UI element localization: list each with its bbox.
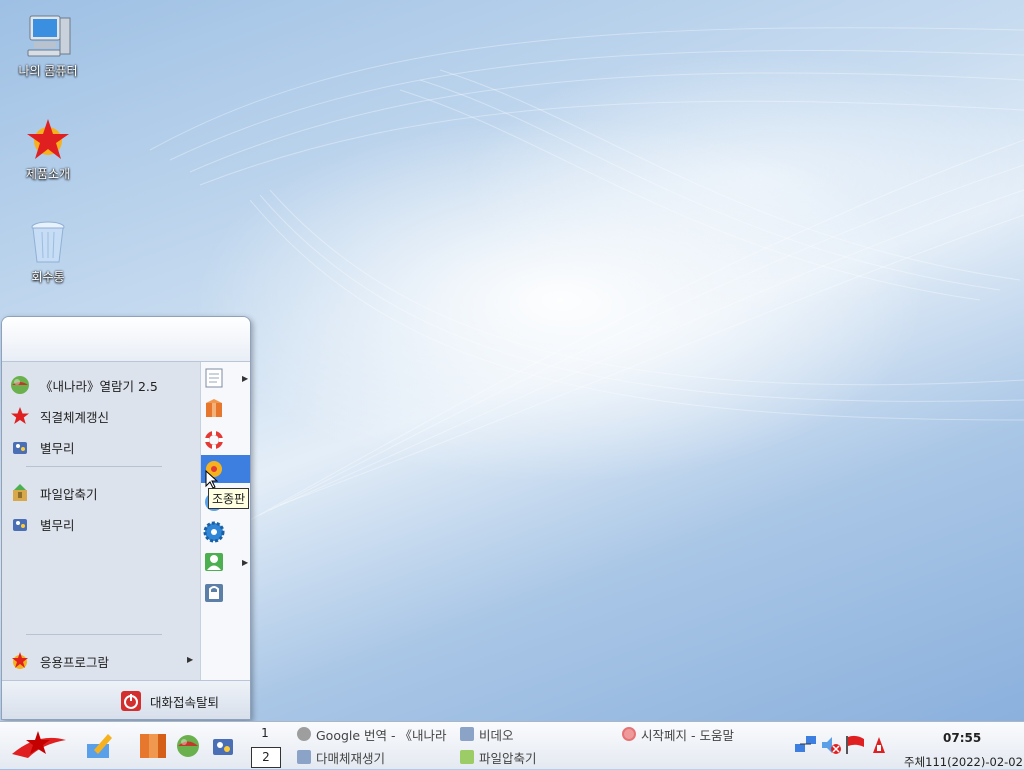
desktop-icon-label: 나의 콤퓨터: [18, 64, 78, 78]
task-label: Google 번역 - 《내나라: [316, 727, 447, 743]
logout-label: 대화접속탈퇴: [150, 694, 220, 710]
desktop-icon-product-intro[interactable]: 제품소개: [8, 115, 88, 182]
clock-time: 07:55: [943, 731, 982, 745]
task-video[interactable]: 비데오: [460, 724, 514, 744]
desktop-icon-label: 회수통: [31, 270, 65, 284]
menu-item-naenara-browser[interactable]: 《내나라》열람기 2.5: [10, 374, 158, 396]
media-player-icon: [297, 750, 311, 764]
menu-item-label: 별무리: [40, 440, 75, 456]
power-icon: [120, 690, 142, 712]
start-button[interactable]: [8, 728, 70, 762]
user-icon[interactable]: [203, 551, 225, 573]
menu-item-label: 파일압축기: [40, 486, 98, 502]
input-method-icon[interactable]: [871, 736, 887, 757]
desktop-icon-computer[interactable]: 나의 콤퓨터: [8, 12, 88, 79]
menu-item-system-update[interactable]: 직결체계갱신: [10, 405, 109, 427]
desktop-icon-label: 제품소개: [25, 167, 71, 181]
menu-item-applications[interactable]: 응용프로그람 ▶: [10, 650, 194, 672]
help-lifebuoy-icon: [622, 727, 636, 741]
desktop-icon-trash[interactable]: 회수통: [8, 218, 88, 285]
archive-icon: [10, 483, 30, 503]
red-star-icon: [24, 115, 72, 163]
menu-item-label: 《내나라》열람기 2.5: [40, 378, 158, 394]
start-menu-footer: 대화접속탈퇴: [2, 680, 250, 719]
menu-separator: [26, 466, 162, 467]
flag-icon[interactable]: [844, 734, 866, 759]
archive-icon: [460, 750, 474, 764]
submenu-arrow-icon: ▶: [187, 655, 194, 664]
gear-icon[interactable]: [203, 521, 225, 543]
tooltip: 조종판: [208, 488, 250, 509]
task-label: 파일압축기: [479, 750, 537, 766]
taskbar: 1 2 Google 번역 - 《내나라 비데오 시작페지 - 도움말 다매체재…: [0, 721, 1024, 769]
byolmuri-icon: [10, 514, 30, 534]
menu-separator: [26, 634, 162, 635]
logout-button[interactable]: 대화접속탈퇴: [120, 690, 219, 712]
browser-globe-icon: [297, 727, 311, 741]
menu-item-byolmuri-2[interactable]: 별무리: [10, 513, 75, 535]
documents-icon[interactable]: [203, 367, 225, 389]
menu-item-file-archiver[interactable]: 파일압축기: [10, 482, 98, 504]
start-menu-header: [2, 317, 250, 362]
browser-globe-icon: [10, 375, 30, 395]
mouse-cursor-icon: [205, 470, 219, 489]
applications-icon: [10, 651, 30, 671]
computer-icon: [24, 12, 72, 60]
menu-item-label: 직결체계갱신: [40, 409, 110, 425]
task-help-startpage[interactable]: 시작페지 - 도움말: [622, 724, 734, 744]
start-menu-system-column: ▶ ▶: [200, 362, 250, 680]
network-icon[interactable]: [794, 734, 818, 759]
quicklaunch-files-icon[interactable]: [138, 730, 168, 763]
volume-muted-icon[interactable]: [820, 734, 842, 759]
help-lifebuoy-icon[interactable]: [203, 429, 225, 451]
start-menu: 《내나라》열람기 2.5 직결체계갱신 별무리 파일압축기 별무리 응용프로그람…: [1, 316, 251, 720]
red-star-logo-icon: [8, 731, 70, 765]
task-file-archiver[interactable]: 파일압축기: [460, 747, 537, 767]
workspace-2[interactable]: 2: [251, 747, 281, 768]
submenu-arrow-icon: ▶: [242, 558, 249, 567]
video-icon: [460, 727, 474, 741]
start-menu-programs: 《내나라》열람기 2.5 직결체계갱신 별무리 파일압축기 별무리 응용프로그람…: [2, 362, 200, 680]
trash-icon: [24, 218, 72, 266]
packages-icon[interactable]: [203, 398, 225, 420]
menu-item-byolmuri[interactable]: 별무리: [10, 436, 75, 458]
task-media-player[interactable]: 다매체재생기: [297, 747, 385, 767]
menu-item-label: 별무리: [40, 517, 75, 533]
task-label: 비데오: [479, 727, 514, 743]
submenu-arrow-icon: ▶: [242, 374, 249, 383]
lock-icon[interactable]: [203, 582, 225, 604]
update-star-icon: [10, 406, 30, 426]
task-google-translate[interactable]: Google 번역 - 《내나라: [297, 724, 447, 744]
quicklaunch-editor-icon[interactable]: [84, 730, 114, 763]
quicklaunch-browser-icon[interactable]: [175, 733, 201, 762]
menu-item-label: 응용프로그람: [40, 654, 110, 670]
workspace-1[interactable]: 1: [251, 724, 279, 743]
task-label: 다매체재생기: [316, 750, 386, 766]
task-label: 시작페지 - 도움말: [641, 727, 734, 743]
byolmuri-icon: [10, 437, 30, 457]
quicklaunch-byolmuri-icon[interactable]: [210, 733, 236, 762]
